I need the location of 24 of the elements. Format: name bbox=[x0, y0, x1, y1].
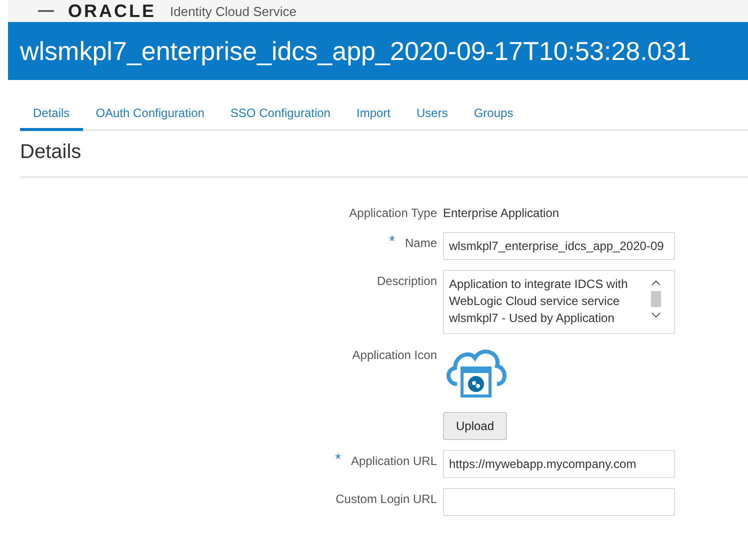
upload-button[interactable]: Upload bbox=[443, 412, 508, 440]
required-mark: * bbox=[335, 454, 341, 468]
section-title: Details bbox=[20, 141, 748, 178]
required-mark: * bbox=[389, 236, 395, 250]
tab[interactable]: Groups bbox=[460, 100, 526, 131]
field-value: Enterprise Application bbox=[443, 205, 560, 220]
field-label: Custom Login URL bbox=[336, 492, 437, 506]
input-field[interactable] bbox=[443, 488, 675, 516]
input-field[interactable]: https://mywebapp.mycompany.com bbox=[443, 450, 675, 478]
tab[interactable]: SSO Configuration bbox=[217, 100, 344, 131]
tab[interactable]: Import bbox=[343, 100, 404, 131]
field-label: Description bbox=[376, 274, 437, 288]
field-label: Application Type bbox=[349, 206, 437, 220]
input-field[interactable]: wlsmkpl7_enterprise_idcs_app_2020-09 bbox=[443, 232, 675, 260]
page-title: wlsmkpl7_enterprise_idcs_app_2020-09-17T10:53:28.031 bbox=[20, 36, 691, 66]
field-label: Application URL bbox=[350, 454, 437, 468]
tab[interactable]: Users bbox=[404, 100, 461, 131]
description-field[interactable]: Application to integrate IDCS with WebLogic Cloud service service wlsmkpl7 - Used by Application bbox=[443, 270, 675, 334]
logo: ORACLE bbox=[68, 0, 156, 22]
tab[interactable]: Details bbox=[20, 100, 83, 131]
product-name: Identity Cloud Service bbox=[170, 4, 296, 18]
field-label: Name bbox=[404, 236, 437, 250]
field-label: Application Icon bbox=[352, 348, 437, 362]
tab[interactable]: OAuth Configuration bbox=[82, 100, 218, 131]
